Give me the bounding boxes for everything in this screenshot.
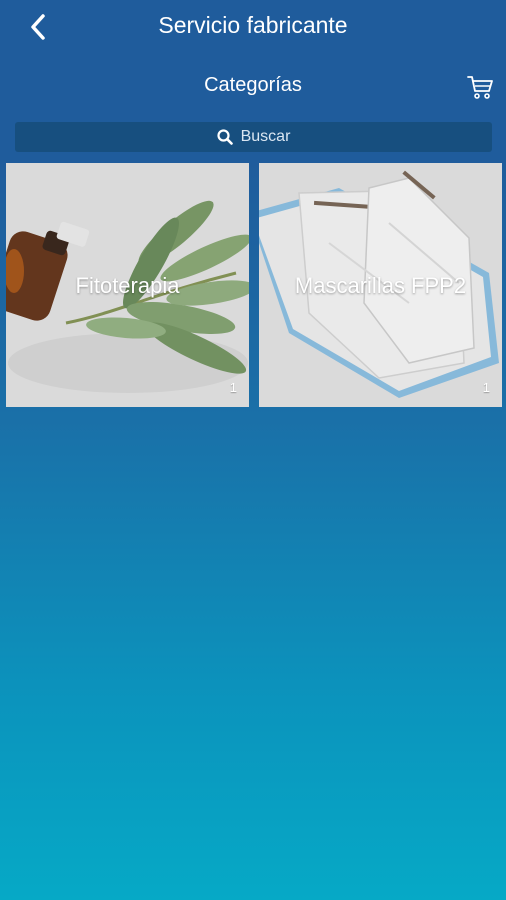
page-title: Servicio fabricante (158, 12, 348, 38)
category-count: 1 (482, 380, 490, 395)
search-icon (216, 129, 233, 145)
section-title: Categorías (204, 74, 302, 96)
search-bar[interactable]: Buscar (15, 122, 492, 152)
cart-icon (467, 76, 493, 99)
search-placeholder: Buscar (240, 128, 291, 145)
section-header: Categorías (0, 66, 506, 106)
category-count: 1 (229, 380, 237, 395)
category-label: Mascarillas FPP2 (294, 273, 467, 298)
category-tile-fitoterapia[interactable]: Fitoterapia 1 (6, 163, 249, 407)
category-tile-mascarillas[interactable]: Mascarillas FPP2 1 (259, 163, 502, 407)
category-label: Fitoterapia (75, 273, 180, 298)
cart-button[interactable] (466, 74, 494, 100)
top-navbar: Servicio fabricante (0, 0, 506, 54)
